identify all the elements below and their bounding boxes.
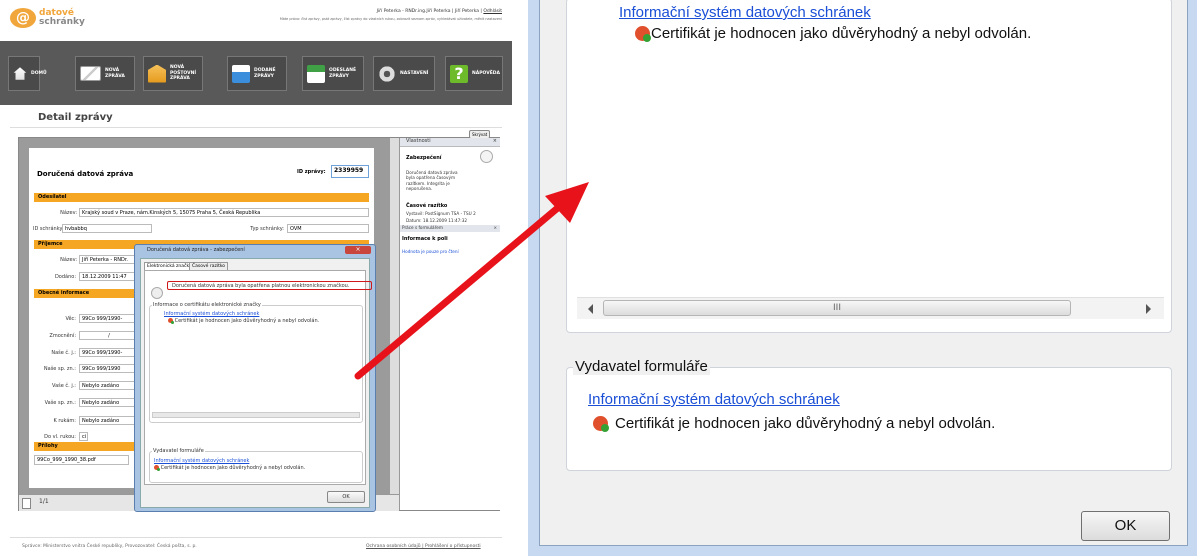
arrow-shaft — [354, 202, 564, 380]
highlight-arrow — [354, 182, 589, 380]
